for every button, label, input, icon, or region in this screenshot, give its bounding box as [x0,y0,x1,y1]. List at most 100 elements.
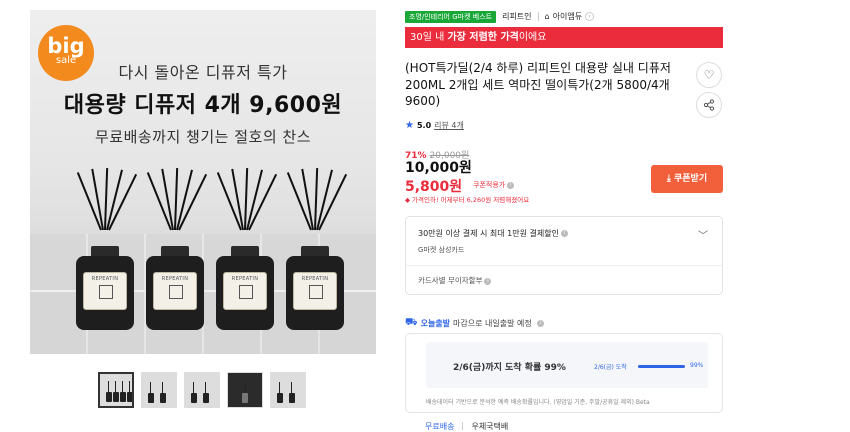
thumbnail-bottle [277,393,283,403]
product-title: (HOT특가딜(2/4 하루) 리피트인 대용량 실내 디퓨저 200ML 2개… [405,61,671,108]
wishlist-heart-button[interactable]: ♡ [696,62,722,88]
bottle-label-text: REPEATIN [91,276,119,282]
brand-link[interactable]: 리피트인 [502,11,531,22]
chevron-right-icon: › [585,12,595,21]
delivery-estimate-card: 2/6(금)까지 도착 확률 99% 2/6(금) 도착 99% 배송데이터 기… [405,333,723,413]
thumbnail-bottle [160,393,166,403]
delivery-row: ⛟ 오늘출발 마감으로 내일출발 예정 i [405,317,544,330]
coupon-price: 5,800원 [405,179,463,195]
diffuser-bottle: REPEATIN [280,160,350,330]
shop-link[interactable]: ⌂ 아이엠듀 › [545,11,595,22]
product-thumbnail[interactable] [98,372,134,408]
shipping-row: 무료배송 우체국택배 [425,421,508,432]
today-dispatch-badge: 오늘출발 [420,319,451,328]
product-thumbnail[interactable] [270,372,306,408]
product-thumbnail[interactable] [141,372,177,408]
info-icon[interactable]: i [484,277,492,285]
installment-text: 카드사별 무이자할부 [418,276,483,285]
info-icon[interactable]: i [507,181,515,189]
get-coupon-label: 쿠폰받기 [674,174,708,184]
bottle-label-emblem [239,285,253,299]
reed-stick [106,169,123,231]
banner-prefix: 30일 내 [410,32,448,43]
banner-emphasis: 가장 저렴한 가격 [447,32,519,43]
hero-headline-2: 대용량 디퓨저 4개 9,600원 [63,93,343,118]
card-divider [406,265,722,266]
download-icon: ⤓ [666,174,671,184]
bottle-label: REPEATIN [153,272,197,310]
delivery-disclaimer: 배송데이터 기반으로 분석한 예측 배송확률입니다. (영업일 기준, 주말/공… [426,399,650,406]
banner-suffix: 이에요 [518,32,547,43]
installment-info: 카드사별 무이자할부 i [418,275,492,286]
lowest-price-banner: 30일 내 가장 저렴한 가격이에요 [405,27,723,48]
bottle-label: REPEATIN [223,272,267,310]
thumbnail-strip [98,372,306,408]
coupon-price-label-text: 쿠폰적용가 [473,181,506,189]
info-icon[interactable]: i [560,230,568,237]
product-thumbnail[interactable] [184,372,220,408]
diffuser-bottle: REPEATIN [210,160,280,330]
bottle-label-emblem [99,285,113,299]
info-icon[interactable]: i [536,320,544,327]
star-icon: ★ [405,120,414,131]
home-icon: ⌂ [544,12,550,21]
reed-stick [316,169,333,231]
price-drop-note: ◆ 가격인하! 어제부터 6,260원 저렴해졌어요 [405,196,530,204]
bottle-label-emblem [169,285,183,299]
arrival-probability-text: 2/6(금)까지 도착 확률 99% [453,363,566,373]
diffuser-bottle: REPEATIN [140,160,210,330]
best-category-tag[interactable]: 조명/인테리어 G마켓 베스트 [405,10,497,23]
product-thumbnail[interactable] [227,372,263,408]
bottle-label-text: REPEATIN [161,276,189,282]
thumbnail-bottle [106,392,112,402]
dispatch-note: 마감으로 내일출발 예정 [453,319,532,328]
product-main-image[interactable]: big sale 다시 돌아온 디퓨저 특가 대용량 디퓨저 4개 9,600원… [30,10,376,354]
rating-row: ★ 5.0 리뷰 4개 [405,120,464,131]
thumbnail-bottle [191,393,197,403]
tag-divider [537,12,539,21]
bottle-label: REPEATIN [293,272,337,310]
get-coupon-button[interactable]: ⤓ 쿠폰받기 [651,165,723,193]
rating-score: 5.0 [416,121,432,130]
sale-price: 10,000원 [405,160,472,176]
price-block: 71% 20,000원 10,000원 5,800원 쿠폰적용가 i ◆ 가격인하!… [405,143,529,204]
thumbnail-bottle [113,392,119,402]
reed-stick [176,169,193,231]
truck-icon: ⛟ [405,317,418,328]
bottle-label-text: REPEATIN [301,276,329,282]
delivery-estimate-panel: 2/6(금)까지 도착 확률 99% 2/6(금) 도착 99% [426,342,708,388]
chevron-down-icon[interactable]: ﹀ [698,227,708,242]
hero-headline-3: 무료배송까지 챙기는 절호의 찬스 [94,128,311,146]
tag-row: 조명/인테리어 G마켓 베스트 리피트인 ⌂ 아이엠듀 › [405,10,595,23]
thumbnail-bottle [120,392,126,402]
thumbnail-bottle [242,393,248,403]
heart-icon: ♡ [703,68,715,82]
bottle-label-text: REPEATIN [231,276,259,282]
share-icon [703,99,715,111]
free-shipping-label: 무료배송 [425,422,455,431]
shop-name: 아이엠듀 [552,12,583,21]
review-count-link[interactable]: 리뷰 4개 [434,120,464,131]
share-button[interactable] [696,92,722,118]
thumbnail-bottle [148,393,154,403]
card-discount-title: 30만원 이상 결제 시 최대 1만원 결제할인 i [418,228,568,239]
arrival-probability-bar [638,365,685,368]
arrival-day-label: 2/6(금) 도착 [594,364,627,371]
coupon-price-label: 쿠폰적용가 i [473,180,515,190]
card-name: G마켓 삼성카드 [418,246,465,254]
shipping-divider [462,422,464,430]
arrival-probability-fill [638,365,685,368]
arrival-percent-label: 99% [690,362,704,369]
hero-headline-1: 다시 돌아온 디퓨저 특가 [118,63,288,82]
card-discount-title-text: 30만원 이상 결제 시 최대 1만원 결제할인 [418,229,559,238]
carrier-name: 우체국택배 [471,422,509,431]
bottle-label-emblem [309,285,323,299]
card-discount-box[interactable]: 30만원 이상 결제 시 최대 1만원 결제할인 i ﹀ G마켓 삼성카드 카드사… [405,216,723,295]
thumbnail-bottle [289,393,295,403]
reed-stick [246,169,263,231]
diffuser-bottle: REPEATIN [70,160,140,330]
price-drop-text: 가격인하! 어제부터 6,260원 저렴해졌어요 [412,196,530,204]
bottle-label: REPEATIN [83,272,127,310]
thumbnail-bottle [203,393,209,403]
thumbnail-bottle [127,392,132,402]
